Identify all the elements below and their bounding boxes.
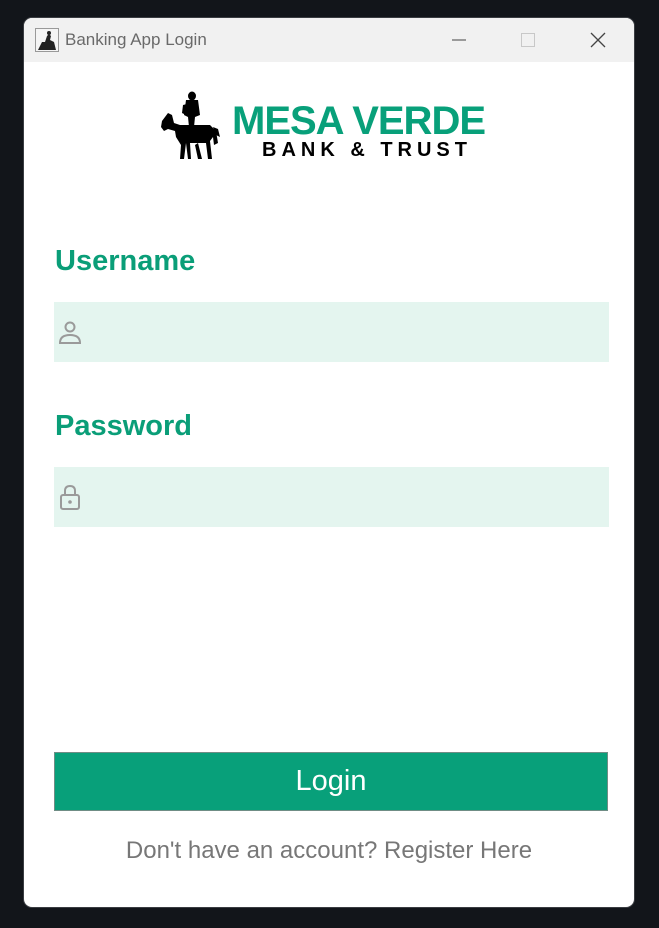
maximize-icon xyxy=(521,33,535,47)
app-icon xyxy=(35,28,59,52)
minimize-icon xyxy=(452,39,466,41)
user-icon xyxy=(58,321,82,344)
register-link[interactable]: Register Here xyxy=(384,837,532,864)
password-field[interactable] xyxy=(54,467,609,527)
bank-logo: MESA VERDE BANK & TRUST xyxy=(158,91,498,165)
login-button[interactable]: Login xyxy=(54,752,608,811)
maximize-button[interactable] xyxy=(500,18,556,62)
title-bar: Banking App Login xyxy=(24,18,634,62)
close-icon xyxy=(590,32,606,48)
username-field[interactable] xyxy=(54,302,609,362)
brand-name: MESA VERDE xyxy=(232,99,486,143)
username-input[interactable] xyxy=(94,302,599,362)
horse-rider-icon xyxy=(161,91,220,159)
register-prompt: Don't have an account? Register Here xyxy=(24,836,634,866)
username-label: Username xyxy=(55,245,196,277)
register-question: Don't have an account? xyxy=(125,837,378,864)
close-button[interactable] xyxy=(570,18,626,62)
minimize-button[interactable] xyxy=(431,18,487,62)
password-input[interactable] xyxy=(94,467,599,527)
login-window: Banking App Login MESA VERDE BANK & TRUS… xyxy=(24,18,634,907)
lock-icon xyxy=(60,484,80,510)
window-title: Banking App Login xyxy=(65,30,207,49)
password-label: Password xyxy=(55,410,192,442)
brand-subtitle: BANK & TRUST xyxy=(262,139,472,161)
